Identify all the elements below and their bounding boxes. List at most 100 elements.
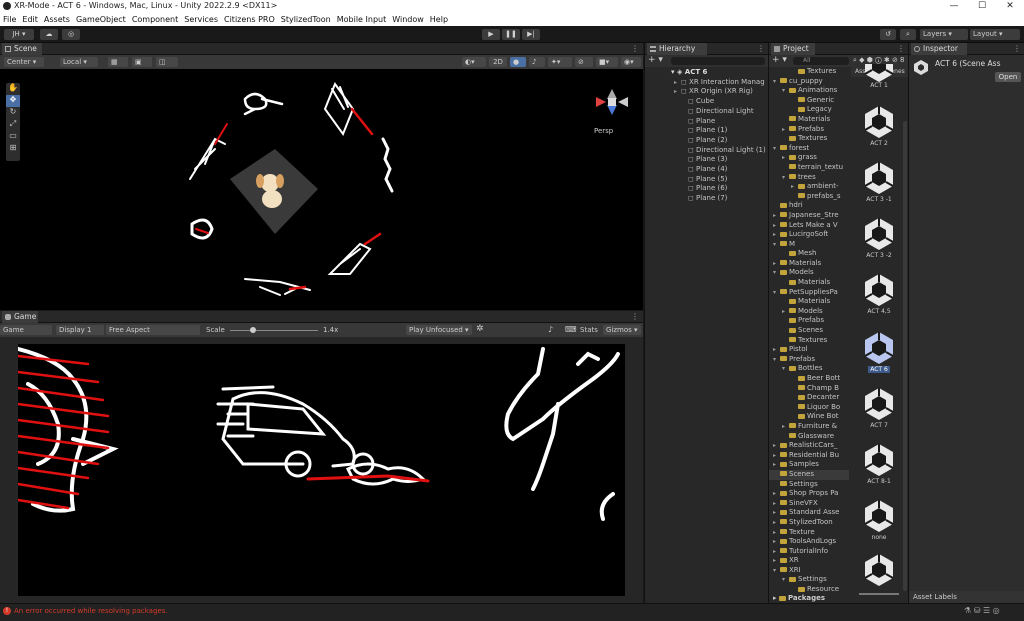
move-tool-icon[interactable]: ✥ (6, 95, 20, 107)
hand-tool-icon[interactable]: ✋ (6, 83, 20, 95)
tab-project[interactable]: Project (771, 43, 815, 55)
folder-expand-arrow-icon[interactable]: ▸ (782, 153, 789, 163)
menu-assets[interactable]: Assets (44, 15, 70, 24)
project-folder-item[interactable]: ▸ RealisticCars_ (769, 441, 849, 451)
aspect-dropdown[interactable]: Free Aspect (106, 325, 200, 335)
rotate-tool-icon[interactable]: ↻ (6, 107, 20, 119)
folder-expand-arrow-icon[interactable]: ▸ (773, 230, 780, 240)
expand-arrow-icon[interactable]: ▸ (674, 78, 681, 88)
project-folder-item[interactable]: ▸ ambient- (769, 182, 849, 192)
project-folder-item[interactable]: Glassware (769, 432, 849, 442)
step-button[interactable]: ▶| (522, 29, 540, 40)
folder-expand-arrow-icon[interactable]: ▾ (773, 268, 780, 278)
lighting-icon[interactable]: ● (510, 57, 526, 67)
bug-icon[interactable]: ✲ (476, 324, 484, 334)
gizmos-icon[interactable]: ◉▾ (621, 57, 641, 67)
folder-expand-arrow-icon[interactable]: ▸ (773, 211, 780, 221)
mute-audio-icon[interactable]: ♪ (548, 325, 553, 334)
folder-expand-arrow-icon[interactable]: ▾ (773, 77, 780, 87)
account-button[interactable]: JH ▾ (4, 29, 34, 40)
hierarchy-item[interactable]: ◻ Plane (3) (671, 155, 767, 165)
project-folder-item[interactable]: ▾ Models (769, 268, 849, 278)
minimize-icon[interactable]: — (940, 0, 968, 12)
menu-gameobject[interactable]: GameObject (76, 15, 126, 24)
layout-dropdown[interactable]: Layout ▾ (970, 29, 1020, 40)
project-folder-item[interactable]: ▾ cu_puppy (769, 77, 849, 87)
status-message[interactable]: An error occurred while resolving packag… (14, 607, 168, 615)
folder-expand-arrow-icon[interactable]: ▸ (782, 125, 789, 135)
game-view[interactable] (16, 344, 625, 596)
project-folder-item[interactable]: ▾ M (769, 240, 849, 250)
project-folder-item[interactable]: ▸ Standard Asse (769, 508, 849, 518)
project-folder-item[interactable]: ▾ PetSuppliesPa (769, 288, 849, 298)
project-folder-item[interactable]: ▸ Japanese_Stre (769, 211, 849, 221)
hidden-objects-icon[interactable]: ⊘ (575, 57, 593, 67)
scale-slider-handle[interactable] (250, 327, 257, 333)
project-folder-item[interactable]: ▾ Animations (769, 86, 849, 96)
hierarchy-item[interactable]: ◻ Plane (7) (671, 194, 767, 204)
project-folder-item[interactable]: ▸ Pistol (769, 345, 849, 355)
scene-asset[interactable]: ACT 3 -1 (858, 160, 900, 203)
display-dropdown[interactable]: Display 1 (56, 325, 104, 335)
hierarchy-more-icon[interactable]: ⋮ (757, 44, 765, 53)
project-folder-item[interactable]: ▾ Bottles (769, 364, 849, 374)
folder-expand-arrow-icon[interactable]: ▸ (782, 307, 789, 317)
project-folder-item[interactable]: prefabs_s (769, 192, 849, 202)
project-folder-item[interactable]: terrain_textu (769, 163, 849, 173)
project-folder-item[interactable]: Wine Bot (769, 412, 849, 422)
layers-dropdown[interactable]: Layers ▾ (920, 29, 968, 40)
project-folder-item[interactable]: Generic (769, 96, 849, 106)
search-icon[interactable]: ⌕ (900, 29, 916, 40)
folder-expand-arrow-icon[interactable]: ▾ (782, 86, 789, 96)
project-folder-item[interactable]: ▸ TutorialInfo (769, 547, 849, 557)
menu-services[interactable]: Services (184, 15, 218, 24)
folder-expand-arrow-icon[interactable]: ▸ (782, 422, 789, 432)
tab-hierarchy[interactable]: Hierarchy (647, 43, 707, 55)
project-folder-item[interactable]: Scenes (769, 469, 849, 480)
project-folder-item[interactable]: ▾ Settings (769, 575, 849, 585)
project-add-button[interactable]: + ▾ (772, 55, 787, 65)
menu-mobile-input[interactable]: Mobile Input (337, 15, 387, 24)
collab-icon[interactable]: ◎ (62, 29, 80, 40)
hierarchy-search-input[interactable] (671, 57, 765, 65)
scene-view[interactable]: Persp ✋ ✥ ↻ ⤢ ▭ ⊞ (0, 69, 643, 310)
hierarchy-scene-root[interactable]: ▾ ◈ ACT 6 (671, 68, 767, 78)
project-packages[interactable]: ▸ Packages (773, 594, 825, 602)
scene-asset[interactable] (858, 552, 900, 588)
project-folder-item[interactable]: ▸ ToolsAndLogs (769, 537, 849, 547)
menu-help[interactable]: Help (430, 15, 448, 24)
play-button[interactable]: ▶ (482, 29, 500, 40)
expand-arrow-icon[interactable]: ▸ (674, 87, 681, 97)
project-folder-item[interactable]: ▸ Residential Bu (769, 451, 849, 461)
folder-expand-arrow-icon[interactable]: ▸ (773, 499, 780, 509)
hierarchy-item[interactable]: ◻ Plane (6) (671, 184, 767, 194)
project-search-input[interactable]: All (793, 57, 849, 65)
game-more-icon[interactable]: ⋮ (631, 312, 639, 321)
folder-expand-arrow-icon[interactable]: ▸ (773, 259, 780, 269)
project-folder-item[interactable]: Legacy (769, 105, 849, 115)
project-folder-item[interactable]: ▾ XRI (769, 566, 849, 576)
project-folder-item[interactable]: ▸ Models (769, 307, 849, 317)
history-icon[interactable]: ↺ (880, 29, 896, 40)
scene-asset[interactable]: ACT 3 -2 (858, 216, 900, 259)
project-scrollbar[interactable] (903, 121, 907, 591)
scene-more-icon[interactable]: ⋮ (631, 44, 639, 53)
folder-expand-arrow-icon[interactable]: ▾ (773, 288, 780, 298)
grid-snap-icon[interactable]: ▦ (108, 57, 128, 67)
folder-expand-arrow-icon[interactable]: ▸ (773, 547, 780, 557)
hierarchy-item[interactable]: ▸ ◻ XR Origin (XR Rig) (671, 87, 767, 97)
audio-icon[interactable]: ♪ (529, 57, 545, 67)
project-folder-item[interactable]: Textures (769, 336, 849, 346)
scene-asset[interactable]: ACT 1 (858, 64, 900, 89)
folder-expand-arrow-icon[interactable]: ▾ (773, 144, 780, 154)
project-folder-item[interactable]: Scenes (769, 326, 849, 336)
project-folder-item[interactable]: ▸ Furniture & (769, 422, 849, 432)
maximize-icon[interactable]: ☐ (968, 0, 996, 12)
project-folder-item[interactable]: ▸ Texture (769, 528, 849, 538)
scene-asset[interactable]: none (858, 498, 900, 541)
project-folder-item[interactable]: Decanter (769, 393, 849, 403)
project-folder-item[interactable]: ▾ forest (769, 144, 849, 154)
effects-icon[interactable]: ✦▾ (548, 57, 572, 67)
2d-toggle[interactable]: 2D (489, 57, 507, 67)
tab-inspector[interactable]: Inspector (911, 43, 967, 55)
